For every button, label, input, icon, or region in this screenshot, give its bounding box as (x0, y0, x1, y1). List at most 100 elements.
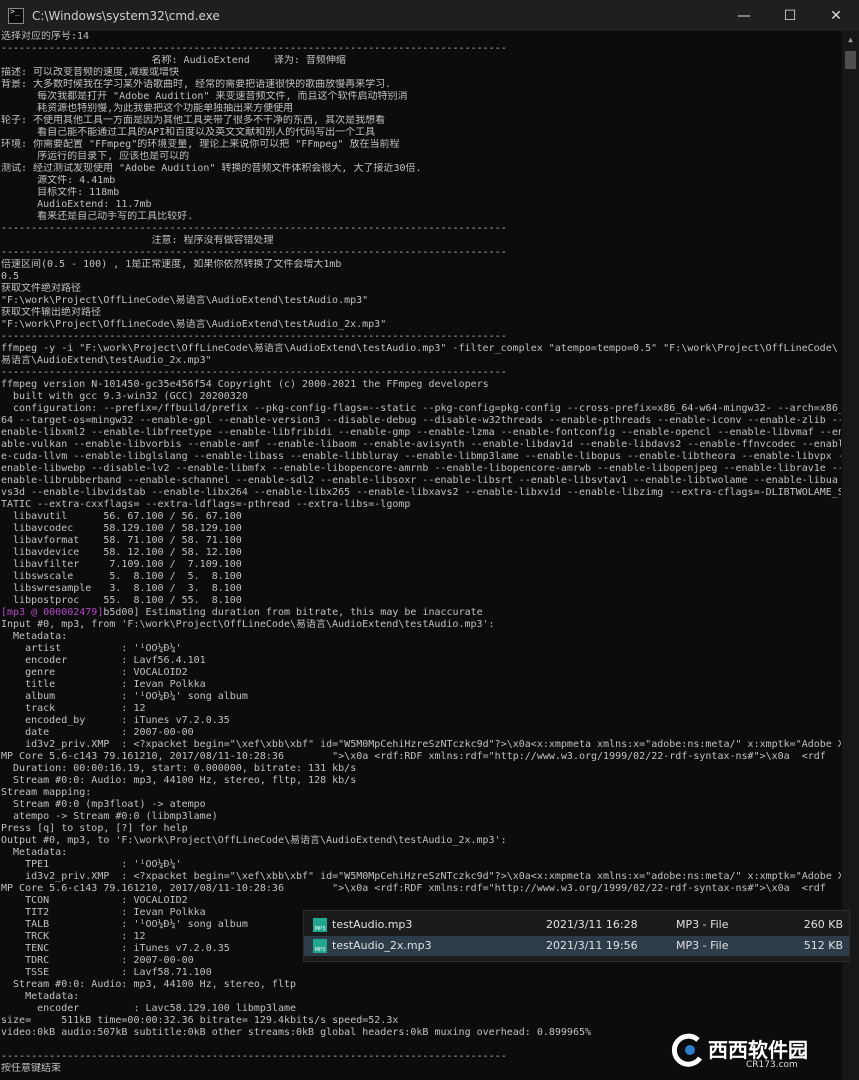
console-line: 获取文件绝对路径 (1, 283, 81, 294)
mp3-file-icon: MP3 (313, 918, 327, 932)
window-title: C:\Windows\system32\cmd.exe (32, 8, 220, 23)
console-line: TATIC --extra-cxxflags= --extra-ldflags=… (1, 499, 411, 510)
console-line: 目标文件: 118mb (1, 187, 120, 198)
watermark-subtext: CR173.com (746, 1060, 798, 1070)
console-line: TSSE : Lavf58.71.100 (1, 967, 212, 978)
console-line: album : '¹ÓÖ¼Ð¼' song album (1, 691, 248, 702)
console-line: able-vulkan --enable-libvorbis --enable-… (1, 439, 841, 450)
watermark-swirl-icon (671, 1033, 703, 1067)
console-line: 看自己能不能通过工具的API和百度以及英文文献和别人的代码写出一个工具 (1, 127, 376, 138)
console-line: libpostproc 55. 8.100 / 55. 8.100 (1, 595, 242, 606)
console-line: libavformat 58. 71.100 / 58. 71.100 (1, 535, 242, 546)
console-line: enable-libxml2 --enable-libfreetype --en… (1, 427, 841, 438)
console-line: genre : VOCALOID2 (1, 667, 188, 678)
console-line: Stream #0:0 (mp3float) -> atempo (1, 799, 206, 810)
console-line: encoded_by : iTunes v7.2.0.35 (1, 715, 230, 726)
console-line: Stream #0:0: Audio: mp3, 44100 Hz, stere… (1, 775, 357, 786)
file-row[interactable]: MP3 testAudio.mp3 2021/3/11 16:28 MP3 - … (304, 915, 849, 935)
console-line: ffmpeg -y -i "F:\work\Project\OffLineCod… (1, 343, 838, 354)
console-line: Metadata: (1, 847, 68, 858)
console-line: encoder : Lavf56.4.101 (1, 655, 206, 666)
console-line: ----------------------------------------… (1, 331, 507, 342)
console-line: 测试: 经过测试发现使用 "Adobe Audition" 转换的音频文件体积会… (1, 163, 422, 174)
file-type: MP3 - File (676, 939, 729, 952)
console-line: MP Core 5.6-c143 79.161210, 2017/08/11-1… (1, 883, 826, 894)
console-line: Press [q] to stop, [?] for help (1, 823, 188, 834)
mp3-file-icon: MP3 (313, 939, 327, 953)
console-line: libavdevice 58. 12.100 / 58. 12.100 (1, 547, 242, 558)
console-line: built with gcc 9.3-win32 (GCC) 20200320 (1, 391, 248, 402)
console-line: size= 511kB time=00:00:32.36 bitrate= 12… (1, 1015, 399, 1026)
console-line: 序运行的目录下, 应该也是可以的 (1, 151, 190, 162)
console-line: 倍速区间(0.5 - 100) , 1是正常速度, 如果你依然转换了文件会增大1… (1, 259, 342, 270)
close-button[interactable]: ✕ (813, 0, 859, 31)
console-line: Metadata: (1, 631, 68, 642)
watermark-text: 西西软件园 (708, 1038, 808, 1062)
console-line: AudioExtend: 11.7mb (1, 199, 152, 210)
file-size: 512 KB (803, 939, 843, 952)
console-line: Metadata: (1, 991, 80, 1002)
scroll-thumb[interactable] (845, 51, 856, 69)
console-line: 名称: AudioExtend 译为: 音频伸缩 (1, 55, 346, 66)
console-line: title : Ievan Polkka (1, 679, 206, 690)
console-line: 获取文件输出绝对路径 (1, 307, 101, 318)
console-line: 0.5 (1, 271, 20, 282)
watermark-logo: 西西软件园 CR173.com (668, 1030, 840, 1074)
console-line: 注意: 程序没有做容错处理 (1, 235, 274, 246)
console-line: libavutil 56. 67.100 / 56. 67.100 (1, 511, 242, 522)
console-line: Input #0, mp3, from 'F:\work\Project\Off… (1, 619, 495, 630)
console-line: 易语言\AudioExtend\testAudio_2x.mp3" (1, 355, 212, 366)
console-line: 环境: 你需要配置 "FFmpeg"的环境变量, 理论上来说你可以把 "FFmp… (1, 139, 400, 150)
console-line: date : 2007-00-00 (1, 727, 194, 738)
file-type: MP3 - File (676, 918, 729, 931)
console-line: encoder : Lavc58.129.100 libmp3lame (1, 1003, 297, 1014)
console-line: libavcodec 58.129.100 / 58.129.100 (1, 523, 242, 534)
file-list-overlay: MP3 testAudio.mp3 2021/3/11 16:28 MP3 - … (303, 910, 850, 962)
console-line: "F:\work\Project\OffLineCode\易语言\AudioEx… (1, 319, 387, 330)
console-line: Output #0, mp3, to 'F:\work\Project\OffL… (1, 835, 507, 846)
console-line: 看来还是自己动手写的工具比较好. (1, 211, 194, 222)
console-line: id3v2_priv.XMP : <?xpacket begin="\xef\x… (1, 871, 841, 882)
file-date: 2021/3/11 16:28 (546, 918, 638, 931)
console-line: "F:\work\Project\OffLineCode\易语言\AudioEx… (1, 295, 369, 306)
window-controls: — ☐ ✕ (721, 0, 859, 31)
console-line: e-cuda-llvm --enable-libglslang --enable… (1, 451, 841, 462)
console-line: 轮子: 不使用其他工具一方面是因为其他工具夹带了很多不干净的东西, 其次是我想看 (1, 115, 386, 126)
console-line: configuration: --prefix=/ffbuild/prefix … (1, 403, 841, 414)
console-line: TPE1 : '¹ÓÖ¼Ð¼' (1, 859, 182, 870)
console-line: 耗资源也特别慢,为此我要把这个功能单独抽出来方便使用 (1, 103, 294, 114)
minimize-button[interactable]: — (721, 0, 767, 31)
file-row[interactable]: MP3 testAudio_2x.mp3 2021/3/11 19:56 MP3… (304, 936, 849, 956)
console-line: artist : '¹ÓÖ¼Ð¼' (1, 643, 182, 654)
console-line: TCON : VOCALOID2 (1, 895, 188, 906)
console-line: track : 12 (1, 703, 146, 714)
console-line: 源文件: 4.41mb (1, 175, 116, 186)
console-line: ----------------------------------------… (1, 367, 507, 378)
console-line: libswresample 3. 8.100 / 3. 8.100 (1, 583, 242, 594)
console-line: Stream #0:0: Audio: mp3, 44100 Hz, stere… (1, 979, 297, 990)
file-name: testAudio_2x.mp3 (332, 939, 432, 952)
console-line: 每次我都是打开 "Adobe Audition" 来变速音频文件, 而且这个软件… (1, 91, 408, 102)
console-line: Stream mapping: (1, 787, 92, 798)
console-line: 背景: 大多数时候我在学习某外语歌曲时, 经常的需要把语速很快的歌曲放慢再来学习… (1, 79, 392, 90)
console-line: libswscale 5. 8.100 / 5. 8.100 (1, 571, 242, 582)
console-line: MP Core 5.6-c143 79.161210, 2017/08/11-1… (1, 751, 826, 762)
console-line: 描述: 可以改变音频的速度,减缓或增快 (1, 67, 180, 78)
console-line: libavfilter 7.109.100 / 7.109.100 (1, 559, 242, 570)
cmd-icon (8, 7, 24, 24)
console-line: vs3d --enable-libvidstab --enable-libx26… (1, 487, 841, 498)
file-date: 2021/3/11 19:56 (546, 939, 638, 952)
maximize-button[interactable]: ☐ (767, 0, 813, 31)
console-line: atempo -> Stream #0:0 (libmp3lame) (1, 811, 218, 822)
console-line: id3v2_priv.XMP : <?xpacket begin="\xef\x… (1, 739, 841, 750)
console-line: enable-librubberband --enable-schannel -… (1, 475, 838, 486)
console-line: ----------------------------------------… (1, 43, 507, 54)
scroll-up-icon[interactable]: ▲ (842, 31, 859, 48)
console-line: enable-libwebp --disable-lv2 --enable-li… (1, 463, 841, 474)
console-line: 64 --target-os=mingw32 --enable-gpl --en… (1, 415, 841, 426)
console-line: 选择对应的序号:14 (1, 31, 90, 42)
file-name: testAudio.mp3 (332, 918, 413, 931)
console-line: Duration: 00:00:16.19, start: 0.000000, … (1, 763, 357, 774)
console-line: [mp3 @ 000002479]b5d00] Estimating durat… (1, 607, 483, 618)
console-line: ----------------------------------------… (1, 247, 507, 258)
